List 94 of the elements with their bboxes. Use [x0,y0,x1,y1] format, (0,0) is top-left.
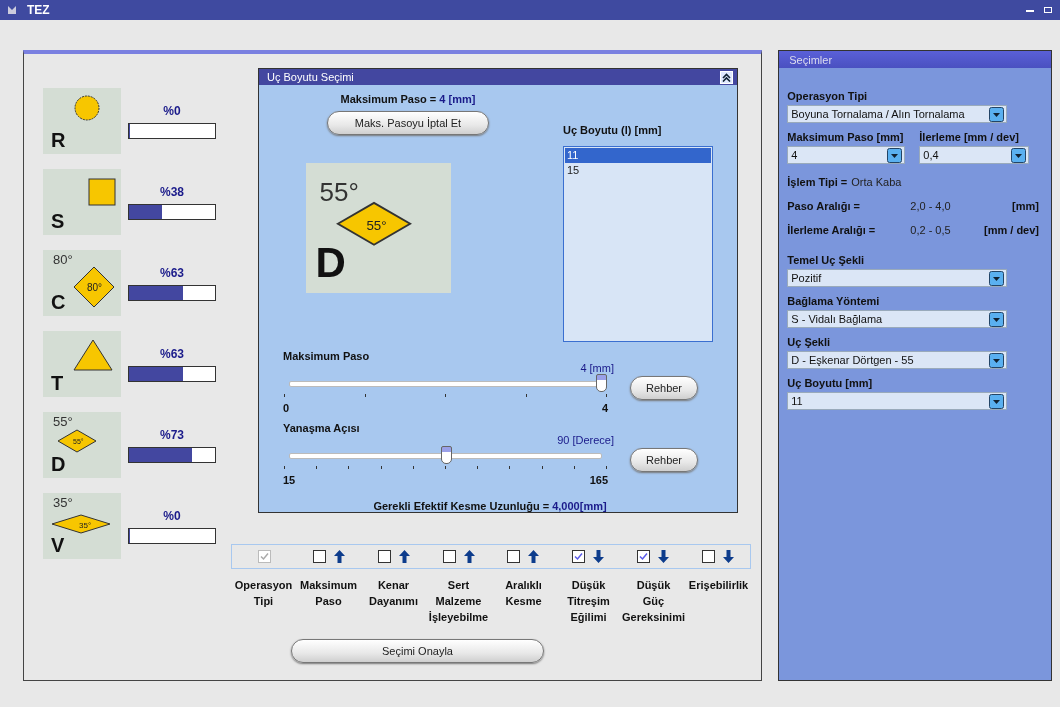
checkbox[interactable] [507,550,521,563]
criterion-label: Maksimum Paso [299,578,358,609]
criterion-label: Düşük Güç Gereksinimi [621,578,686,625]
app-icon [8,6,17,14]
dropdown-field[interactable]: 0,4 [919,146,1030,164]
slider-thumb[interactable] [596,374,607,392]
info-label: İlerleme Aralığı = [787,224,877,236]
info-value: Orta Kaba [851,176,902,188]
criterion-label: Sert Malzeme İşleyebilme [427,578,490,625]
angle-label: 80° [53,252,73,267]
cancel-max-depth-button[interactable]: Maks. Pasoyu İptal Et [327,111,489,135]
square-insert-icon [88,178,116,206]
collapse-icon [722,72,731,82]
max-depth-text: Maksimum Paso = 4 [mm] [340,93,476,105]
unit-label: [mm] [1012,200,1039,212]
insert-letter: T [51,372,64,395]
slider-min-label: 15 [283,474,296,486]
guide-button[interactable]: Rehber [630,376,698,400]
percent-label: %63 [160,346,184,361]
field-label: Temel Uç Şekli [787,254,866,266]
percent-label: %0 [163,103,181,118]
field-label: Bağlama Yöntemi [787,295,881,307]
percent-label: %73 [160,427,184,442]
up-arrow-icon [334,550,346,563]
insert-letter: R [51,129,66,152]
angle-label: 55° [53,414,73,429]
rhombus-insert-icon: 80° [73,266,115,308]
info-value: 0,2 - 0,5 [910,224,952,236]
rhombus-insert-icon: 35° [51,514,111,534]
window-title: TEZ [27,3,50,17]
slider-reading: 4 [mm] [580,362,614,374]
maximize-icon[interactable] [1044,6,1052,14]
info-label: Paso Aralığı = [787,200,861,212]
checkbox[interactable] [636,550,650,563]
info-value: 2,0 - 4,0 [910,200,952,212]
dropdown-field[interactable]: 4 [787,146,906,164]
checkbox[interactable] [701,550,715,563]
slider-thumb[interactable] [440,446,452,464]
checkbox[interactable] [313,550,327,563]
dropdown-field[interactable]: D - Eşkenar Dörtgen - 55 [787,351,1008,369]
down-arrow-icon [593,550,605,563]
percent-label: %0 [163,508,181,523]
checkbox[interactable] [572,550,586,563]
checkbox[interactable] [442,550,456,563]
down-arrow-icon [722,550,734,563]
criterion-label: Erişebilirlik [687,578,750,593]
panel-title: Uç Boyutu Seçimi [267,71,354,83]
criterion-label: Aralıklı Kesme [504,578,543,609]
up-arrow-icon [398,550,410,563]
check-icon [574,552,584,561]
dropdown-field[interactable]: Pozitif [787,269,1008,287]
slider-label: Yanaşma Açısı [283,422,361,434]
criterion-label: Kenar Dayanımı [368,578,419,609]
percent-label: %63 [160,265,184,280]
slider-reading: 90 [Derece] [557,434,614,446]
angle-label: 35° [53,495,73,510]
circle-insert-icon [74,95,100,121]
check-icon [259,552,269,561]
up-arrow-icon [463,550,475,563]
insert-letter: S [51,210,65,233]
check-icon [638,552,648,561]
field-label: Uç Şekli [787,336,832,348]
slider-max-label: 165 [589,474,608,486]
dropdown-field[interactable]: S - Vidalı Bağlama [787,310,1008,328]
insert-letter: V [51,534,65,557]
slider-label: Maksimum Paso [283,350,371,362]
down-arrow-icon [657,550,669,563]
field-label: Operasyon Tipi [787,90,869,102]
list-item[interactable]: 11 [565,148,711,163]
guide-button[interactable]: Rehber [630,448,698,472]
insert-letter: D [51,453,66,476]
info-label: İşlem Tipi = [787,176,848,188]
triangle-insert-icon [73,339,113,371]
list-title: Uç Boyutu (l) [mm] [563,124,663,136]
unit-label: [mm / dev] [984,224,1039,236]
list-item[interactable]: 15 [565,163,711,178]
rhombus-insert-icon: 55° [335,201,412,247]
dropdown-field[interactable]: 11 [787,392,1008,410]
checkbox[interactable] [377,550,391,563]
slider-max-label: 4 [601,402,608,414]
field-label: Uç Boyutu [mm] [787,377,874,389]
percent-label: %38 [160,184,184,199]
criterion-label: Operasyon Tipi [233,578,294,609]
cutting-length-text: Gerekli Efektif Kesme Uzunluğu = 4,000[mm] [373,500,607,512]
collapse-button[interactable] [720,70,733,84]
insert-letter: C [51,291,66,314]
slider-min-label: 0 [283,402,290,414]
dropdown-field[interactable]: Boyuna Tornalama / Alın Tornalama [787,105,1008,123]
field-label: Maksimum Paso [mm] [787,131,905,143]
confirm-button[interactable]: Seçimi Onayla [291,639,544,663]
panel-title: Seçimler [789,53,833,66]
up-arrow-icon [528,550,540,563]
field-label: İlerleme [mm / dev] [919,131,1020,143]
criterion-label: Düşük Titreşim Eğilimi [566,578,611,625]
